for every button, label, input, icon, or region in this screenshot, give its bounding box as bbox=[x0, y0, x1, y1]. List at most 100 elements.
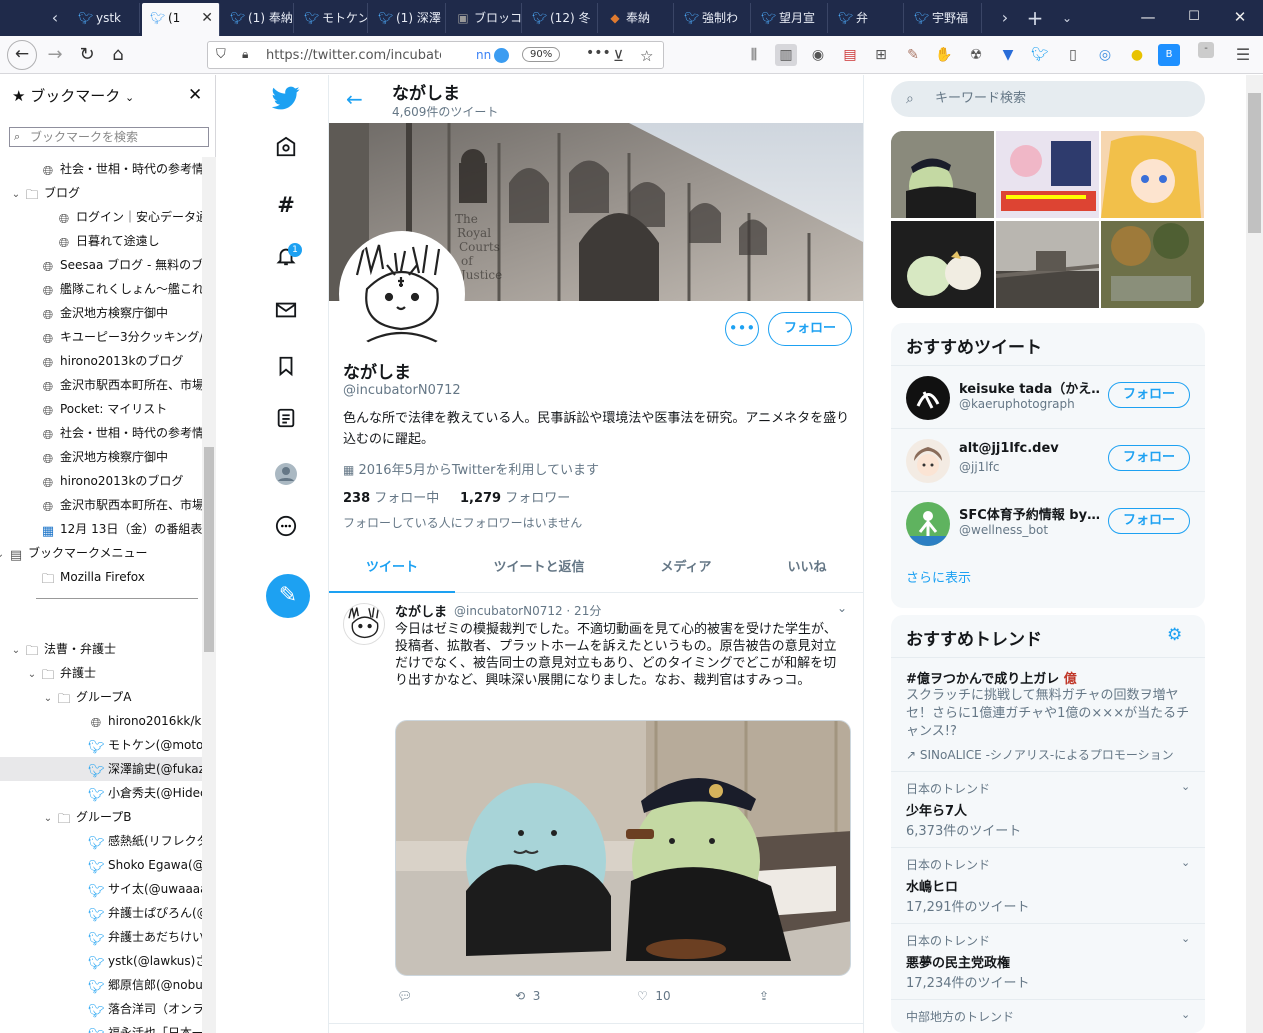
lists-icon[interactable] bbox=[272, 407, 300, 435]
menu-icon[interactable]: ☰ bbox=[1232, 44, 1254, 66]
browser-tab[interactable]: 🐦︎ ystk bbox=[70, 3, 140, 33]
back-button[interactable]: ← bbox=[7, 40, 37, 70]
more-icon[interactable] bbox=[272, 515, 300, 543]
bookmarks-icon[interactable] bbox=[272, 355, 300, 383]
forward-button[interactable]: → bbox=[41, 42, 69, 68]
bookmark-item[interactable]: 🌐︎ 金沢市駅西本町所在、市場 bbox=[0, 493, 202, 517]
profile-icon[interactable] bbox=[272, 462, 300, 490]
compose-tweet-button[interactable]: ✎ bbox=[266, 574, 310, 618]
browser-tab[interactable]: 🐦︎ (1) 奉納 bbox=[222, 3, 294, 33]
tweet-avatar[interactable] bbox=[343, 603, 385, 645]
extension-7-icon[interactable]: ◎ bbox=[1094, 44, 1116, 66]
suggestion-row[interactable]: keisuke tada（かえ… @kaeruphotograph フォロー bbox=[891, 365, 1205, 428]
browser-tab[interactable]: 🐦︎ 強制わ bbox=[676, 3, 751, 33]
chevron-down-icon[interactable]: ⌄ bbox=[1181, 780, 1190, 793]
reply-icon[interactable]: 💬︎ bbox=[397, 989, 412, 1003]
bookmark-item[interactable]: 🐦︎ 郷原信郎(@nobuo bbox=[0, 973, 202, 997]
twitter-extension-icon[interactable]: 🐦︎ bbox=[1029, 44, 1051, 66]
clipboard-icon[interactable]: ▯ bbox=[1062, 44, 1084, 66]
media-thumb-2[interactable] bbox=[996, 131, 1099, 218]
media-thumb-1[interactable] bbox=[891, 131, 994, 218]
maximize-icon[interactable]: ☐ bbox=[1171, 0, 1217, 36]
extension-2-icon[interactable]: ⊞ bbox=[870, 44, 892, 66]
twisty-chevron-icon[interactable]: ⌄ bbox=[8, 183, 24, 207]
browser-tab[interactable]: 🐦︎ (12) 冬 bbox=[524, 3, 598, 33]
bookmark-folder[interactable]: ⌄ 🗀 グループA bbox=[0, 685, 202, 709]
bookmark-item[interactable]: 🐦︎モトケン(@motoken bbox=[0, 733, 202, 757]
extension-5-icon[interactable]: ☢ bbox=[965, 44, 987, 66]
like-button[interactable]: ♡ 10 bbox=[637, 989, 671, 1003]
bookmark-item[interactable]: 🌐︎ ログイン｜安心データ通信. bbox=[0, 205, 202, 229]
back-arrow-icon[interactable]: ← bbox=[346, 87, 363, 111]
extension-dot-icon[interactable] bbox=[494, 48, 509, 63]
bookmark-folder[interactable]: ⌄ 🗀 ブログ bbox=[0, 181, 202, 205]
extension-1-icon[interactable]: ▤ bbox=[839, 44, 861, 66]
star-icon[interactable]: ☆ bbox=[640, 47, 653, 65]
chevron-down-icon[interactable]: ⌄ bbox=[1181, 856, 1190, 869]
profile-avatar[interactable] bbox=[339, 231, 465, 357]
bookmark-folder[interactable]: ⌄ 🗀 グループB bbox=[0, 805, 202, 829]
bookmark-item[interactable]: ▦ 12月 13日（金）の番組表 [ bbox=[0, 517, 202, 541]
shield-icon[interactable]: ⛉ bbox=[216, 47, 226, 62]
minimize-icon[interactable]: — bbox=[1125, 0, 1171, 36]
bookmark-item[interactable]: 🐦︎感熱紙(リフレクター. bbox=[0, 829, 202, 853]
suggestion-follow-button[interactable]: フォロー bbox=[1108, 508, 1190, 534]
bookmark-item[interactable]: 🌐︎ 艦隊これくしょん～艦これ～ - bbox=[0, 277, 202, 301]
browser-tab[interactable]: ◆ 奉納 bbox=[600, 3, 674, 33]
bookmark-folder[interactable]: ⌄▤ ブックマークメニュー bbox=[0, 541, 202, 565]
browser-tab[interactable]: 🐦︎ 弁 bbox=[830, 3, 904, 33]
bookmark-item[interactable]: 🌐︎ 日暮れて途遠し bbox=[0, 229, 202, 253]
browser-tab[interactable]: 🐦︎ (1 ✕ bbox=[142, 3, 220, 36]
bookmark-item[interactable]: 🌐︎ 社会・世相・時代の参考情報 bbox=[0, 157, 202, 181]
browser-tab[interactable]: 🐦︎ 宇野福 bbox=[906, 3, 982, 33]
browser-tab[interactable]: 🐦︎ モトケン bbox=[296, 3, 368, 33]
share-icon[interactable]: ⇪ bbox=[759, 989, 769, 1003]
bookmark-item[interactable]: 🌐︎ hirono2013kのブログ bbox=[0, 349, 202, 373]
twisty-chevron-icon[interactable]: ⌄ bbox=[24, 663, 40, 687]
bookmark-item[interactable]: 🐦︎福永活也「日本一 bbox=[0, 1021, 202, 1033]
chevron-down-icon[interactable]: ⌄ bbox=[1181, 932, 1190, 945]
zoom-level[interactable]: 90% bbox=[522, 47, 561, 62]
bookmark-item[interactable]: 🐦︎ 深澤諭史(@fukaza bbox=[0, 757, 202, 781]
promoted-trend[interactable]: #億ヲつかんで成り上ガレ 億 スクラッチに挑戦して無料ガチャの回数ヲ増ヤセ！さら… bbox=[891, 657, 1205, 771]
bookmark-item[interactable]: 🐦︎サイ太(@uwaaaa)さ bbox=[0, 877, 202, 901]
close-sidebar-icon[interactable]: ✕ bbox=[188, 85, 202, 105]
trend-item[interactable]: 日本のトレンド ⌄ 少年ら7人 6,373件のツイート bbox=[891, 771, 1205, 847]
suggestion-name[interactable]: alt@jj1lfc.dev bbox=[959, 441, 1099, 456]
media-thumb-5[interactable] bbox=[996, 221, 1099, 308]
bookmark-item[interactable]: 🌐︎ 金沢地方検察庁御中 bbox=[0, 301, 202, 325]
bookmark-item[interactable]: 🌐︎ 金沢地方検察庁御中 bbox=[0, 445, 202, 469]
sidebar-scrollbar[interactable] bbox=[202, 157, 216, 1033]
profile-more-button[interactable]: ••• bbox=[725, 312, 759, 346]
twisty-chevron-icon[interactable]: ⌄ bbox=[40, 807, 56, 831]
reload-button[interactable]: ↻ bbox=[73, 42, 101, 68]
page-scroll-thumb[interactable] bbox=[1248, 93, 1261, 233]
suggestion-avatar[interactable] bbox=[906, 439, 950, 483]
bookmark-item[interactable]: 🌐︎ Pocket: マイリスト bbox=[0, 397, 202, 421]
suggestion-row[interactable]: alt@jj1lfc.dev @jj1lfc フォロー bbox=[891, 428, 1205, 491]
suggestion-follow-button[interactable]: フォロー bbox=[1108, 445, 1190, 471]
sidebar-toggle-icon[interactable]: ▥ bbox=[775, 44, 797, 66]
page-scrollbar[interactable] bbox=[1246, 75, 1263, 1033]
sidebar-header[interactable]: ★ ブックマーク ⌄ bbox=[12, 85, 134, 106]
bookmark-item[interactable]: 🌐︎ 社会・世相・時代の参考情報 bbox=[0, 421, 202, 445]
tweet-author-handle[interactable]: @incubatorN0712 · 21分 bbox=[454, 602, 601, 619]
twisty-chevron-icon[interactable]: ⌄ bbox=[8, 639, 24, 663]
home-icon[interactable] bbox=[272, 136, 300, 164]
twitter-logo-icon[interactable] bbox=[271, 84, 300, 112]
browser-tab[interactable]: ▣ ブロッコ bbox=[448, 3, 522, 33]
tweet-photo[interactable] bbox=[395, 720, 851, 976]
extension-3-icon[interactable]: ✎ bbox=[902, 44, 924, 66]
tab-list-icon[interactable]: ⌄ bbox=[1054, 0, 1080, 36]
trend-item[interactable]: 日本のトレンド ⌄ 悪夢の民主党政権 17,234件のツイート bbox=[891, 923, 1205, 999]
tab-likes[interactable]: いいね bbox=[749, 549, 863, 593]
pocket-icon[interactable]: ⊻ bbox=[613, 47, 624, 65]
tweet[interactable]: ながしま @incubatorN0712 · 21分 ⌄ 今日はゼミの模擬裁判で… bbox=[329, 593, 863, 1033]
twisty-chevron-icon[interactable]: ⌄ bbox=[40, 687, 56, 711]
tab-scroll-right-icon[interactable]: › bbox=[992, 0, 1018, 36]
tab-media[interactable]: メディア bbox=[623, 549, 749, 593]
home-button[interactable]: ⌂ bbox=[104, 42, 132, 68]
extension-4-icon[interactable]: ✋ bbox=[933, 44, 955, 66]
retweet-button[interactable]: ⟲ 3 bbox=[515, 989, 540, 1003]
bookmark-item[interactable]: 🐦︎落合洋司（オンライ bbox=[0, 997, 202, 1021]
